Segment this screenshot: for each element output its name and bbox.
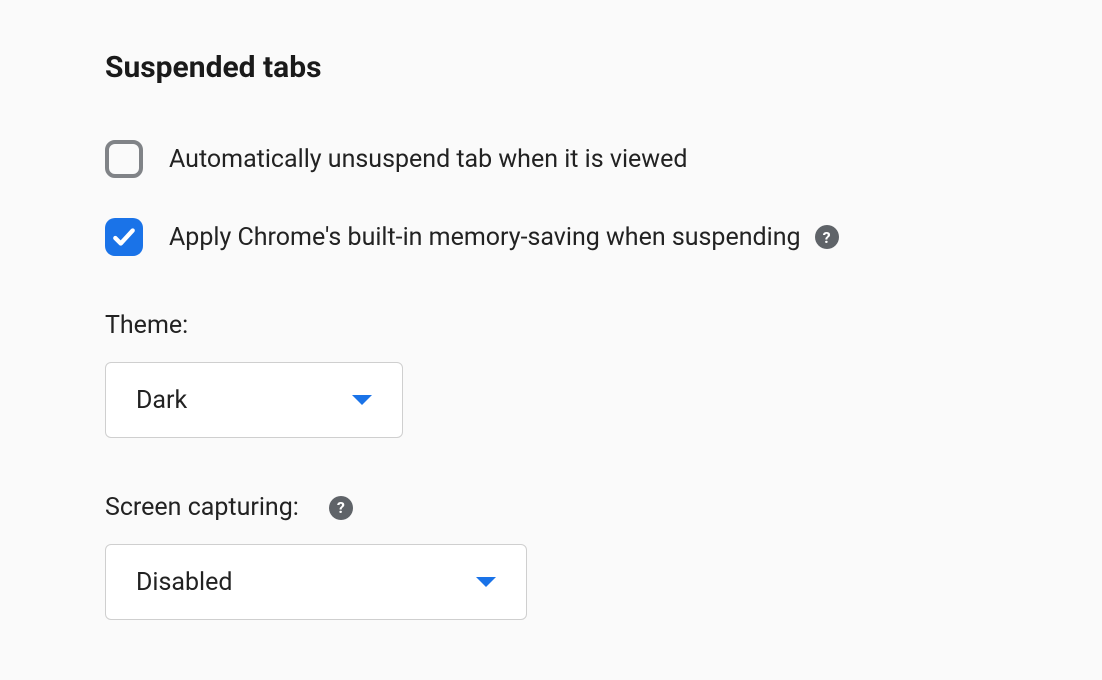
theme-select-value: Dark <box>136 386 187 415</box>
theme-select[interactable]: Dark <box>105 362 403 438</box>
help-icon[interactable]: ? <box>815 225 839 249</box>
auto-unsuspend-checkbox[interactable] <box>105 140 143 178</box>
chevron-down-icon <box>476 577 496 587</box>
auto-unsuspend-label: Automatically unsuspend tab when it is v… <box>169 145 687 174</box>
memory-saving-checkbox[interactable] <box>105 218 143 256</box>
chevron-down-icon <box>352 395 372 405</box>
theme-field: Theme: Dark <box>105 311 997 438</box>
theme-label: Theme: <box>105 311 188 340</box>
screen-capturing-label: Screen capturing: <box>105 493 299 522</box>
option-auto-unsuspend-row: Automatically unsuspend tab when it is v… <box>105 140 997 178</box>
checkmark-icon <box>111 224 137 250</box>
screen-capturing-select-value: Disabled <box>136 568 232 597</box>
screen-capturing-field: Screen capturing: ? Disabled <box>105 493 997 620</box>
section-title: Suspended tabs <box>105 50 997 85</box>
help-icon[interactable]: ? <box>329 496 353 520</box>
memory-saving-label: Apply Chrome's built-in memory-saving wh… <box>169 223 801 252</box>
option-memory-saving-row: Apply Chrome's built-in memory-saving wh… <box>105 218 997 256</box>
screen-capturing-select[interactable]: Disabled <box>105 544 527 620</box>
